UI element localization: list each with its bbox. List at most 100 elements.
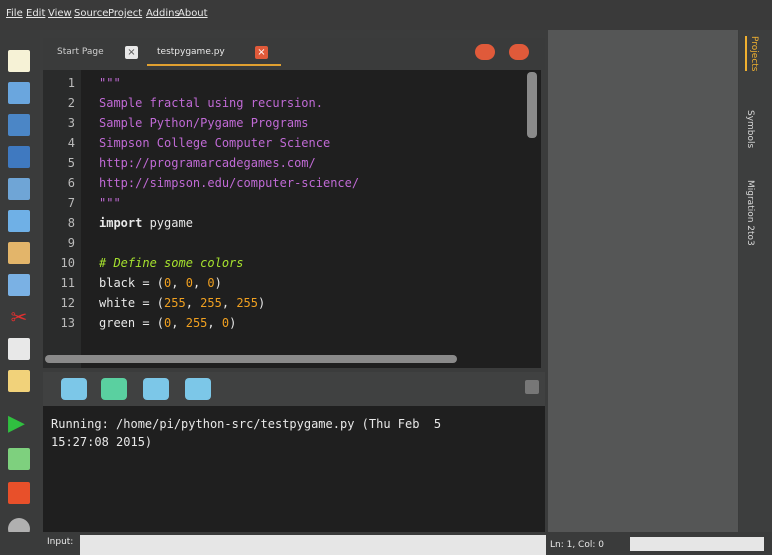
console-line: Running: /home/pi/python-src/testpygame.…: [51, 417, 442, 431]
console-output: Running: /home/pi/python-src/testpygame.…: [43, 406, 545, 532]
close-icon[interactable]: ×: [255, 46, 268, 59]
tab-label: testpygame.py: [157, 47, 225, 57]
code-token: 0: [207, 276, 215, 290]
line-number: 12: [60, 296, 75, 310]
code-token: white = (: [99, 296, 165, 310]
code-line: Simpson College Computer Science: [99, 136, 330, 150]
maximize-icon[interactable]: [525, 380, 539, 394]
line-number: 9: [67, 236, 75, 250]
code-token: """: [99, 76, 121, 90]
code-token: 255: [200, 296, 222, 310]
menu-about[interactable]: About: [178, 8, 208, 19]
line-number: 2: [67, 96, 75, 110]
code-token: ): [258, 296, 266, 310]
code-token: 0: [185, 276, 193, 290]
tab-testpygame[interactable]: testpygame.py ×: [147, 42, 281, 66]
code-token: ): [229, 316, 237, 330]
new-project-icon[interactable]: [8, 82, 30, 104]
horizontal-scrollbar[interactable]: [45, 355, 457, 363]
code-editor[interactable]: 1 2 3 4 5 6 7 8 9 10 11 12 13 """ Sample fractal using…: [43, 70, 541, 368]
code-line: http://simpson.edu/computer-science/: [99, 176, 359, 190]
code-token: ,: [192, 276, 208, 290]
new-file-icon[interactable]: [8, 50, 30, 72]
editor-tab-bar: Start Page × testpygame.py ×: [43, 38, 545, 70]
code-token: Sample fractal using recursion.: [99, 96, 323, 110]
copy-icon[interactable]: [8, 338, 30, 360]
paste-icon[interactable]: [8, 370, 30, 392]
cut-icon[interactable]: ✂: [8, 306, 30, 328]
code-line: http://programarcadegames.com/: [99, 156, 316, 170]
code-line: import pygame: [99, 216, 193, 230]
code-line: green = (0, 255, 0): [99, 316, 236, 330]
save-all-icon[interactable]: [8, 210, 30, 232]
code-line: Sample fractal using recursion.: [99, 96, 323, 110]
line-number: 6: [67, 176, 75, 190]
terminal-icon[interactable]: [61, 378, 87, 400]
line-number: 3: [67, 116, 75, 130]
code-token: ,: [221, 296, 237, 310]
tab-start-page[interactable]: Start Page ×: [47, 42, 153, 64]
run-icon[interactable]: ▶: [8, 413, 30, 435]
copy-view-icon[interactable]: [8, 274, 30, 296]
menu-file[interactable]: File: [6, 8, 23, 19]
side-panel-tabs: Projects Symbols Migration 2to3: [739, 30, 772, 532]
code-token: pygame: [142, 216, 193, 230]
code-token: ,: [207, 316, 222, 330]
input-label: Input:: [47, 537, 74, 547]
console-line: 15:27:08 2015): [51, 435, 153, 449]
split-view-icon[interactable]: [8, 242, 30, 264]
line-number: 11: [60, 276, 75, 290]
run-file-icon[interactable]: [8, 448, 30, 470]
previous-tab-icon[interactable]: [475, 44, 495, 60]
input-field[interactable]: [80, 535, 546, 555]
code-token: ,: [171, 276, 186, 290]
code-token: http://simpson.edu/computer-science/: [99, 176, 360, 190]
code-token: black = (: [99, 276, 165, 290]
side-panel: [548, 30, 738, 532]
line-number: 10: [60, 256, 75, 270]
code-line: """: [99, 76, 121, 90]
menu-source[interactable]: Source: [74, 8, 108, 19]
vertical-scrollbar[interactable]: [527, 72, 537, 138]
cursor-position: Ln: 1, Col: 0: [550, 540, 604, 550]
next-tab-icon[interactable]: [509, 44, 529, 60]
tab-label: Start Page: [57, 47, 104, 57]
code-token: ,: [185, 296, 201, 310]
stop-icon[interactable]: [8, 482, 30, 504]
code-token: Sample Python/Pygame Programs: [99, 116, 309, 130]
open-file-icon[interactable]: [8, 146, 30, 168]
code-token: # Define some colors: [99, 256, 244, 270]
code-token: ,: [171, 316, 186, 330]
code-token: 0: [221, 316, 230, 330]
code-token: Simpson College Computer Science: [99, 136, 331, 150]
save-icon[interactable]: [8, 178, 30, 200]
close-icon[interactable]: ×: [125, 46, 138, 59]
open-folder-icon[interactable]: [8, 114, 30, 136]
code-token: """: [99, 196, 121, 210]
main-toolbar: ✂ ▶: [0, 30, 40, 553]
run-toolbar: [43, 372, 545, 406]
tab-symbols[interactable]: Symbols: [745, 110, 755, 148]
settings-icon[interactable]: [185, 378, 211, 400]
code-token: green = (: [99, 316, 165, 330]
code-token: 255: [185, 316, 208, 330]
code-token: 255: [236, 296, 258, 310]
menu-project[interactable]: Project: [108, 8, 142, 19]
menu-bar: File Edit View Source Project Addins Abo…: [0, 0, 772, 30]
tab-migration[interactable]: Migration 2to3: [745, 180, 755, 246]
tab-projects[interactable]: Projects: [745, 36, 759, 72]
code-line: # Define some colors: [99, 256, 244, 270]
line-number: 1: [67, 76, 75, 90]
play-icon[interactable]: [101, 378, 127, 400]
code-line: Sample Python/Pygame Programs: [99, 116, 309, 130]
menu-view[interactable]: View: [48, 8, 72, 19]
line-number: 8: [67, 216, 75, 230]
encoding-select[interactable]: [630, 537, 764, 551]
menu-edit[interactable]: Edit: [26, 8, 45, 19]
line-number: 5: [67, 156, 75, 170]
stop-run-icon[interactable]: [143, 378, 169, 400]
line-number: 13: [60, 316, 75, 330]
line-number: 4: [67, 136, 75, 150]
menu-addins[interactable]: Addins: [146, 8, 180, 19]
code-token: http://programarcadegames.com/: [99, 156, 316, 170]
